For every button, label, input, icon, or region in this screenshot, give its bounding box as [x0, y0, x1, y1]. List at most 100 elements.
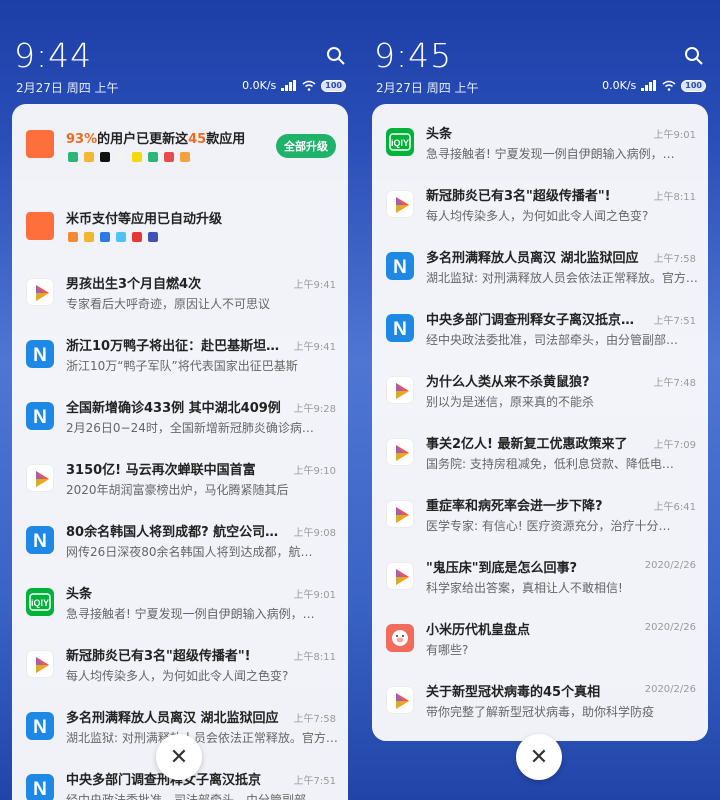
notification-time: 上午7:09	[653, 440, 696, 451]
notification-time: 上午6:41	[653, 502, 696, 513]
n-news-icon: N	[26, 526, 54, 554]
notification-item[interactable]: N 中央多部门调查刑释女子离汉抵京… 上午7:51 经中央政法委批准，司法部牵头，由分…	[372, 300, 708, 360]
notification-title: 头条	[426, 127, 453, 142]
notification-title: 多名刑满释放人员离汉 湖北监狱回应	[426, 251, 639, 266]
notification-time: 上午9:08	[293, 528, 336, 539]
notification-time: 上午8:11	[293, 652, 336, 663]
notification-title: 小米历代机皇盘点	[426, 623, 531, 638]
signal-icon	[281, 80, 297, 91]
notification-item[interactable]: iQIY 头条 上午9:01 急寻接触者! 宁夏发现一例自伊朗输入病例，…	[12, 574, 348, 634]
notification-text: 浙江10万“鸭子军队”将代表国家出征巴基斯	[66, 359, 298, 373]
notification-text: 2020年胡润富豪榜出炉，马化腾紧随其后	[66, 483, 289, 497]
notification-time: 上午9:01	[293, 590, 336, 601]
notification-item[interactable]: N 全国新增确诊433例 其中湖北409例 上午9:28 2月26日0−24时，全国新…	[12, 388, 348, 448]
notification-text: 科学家给出答案，真相让人不敢相信!	[426, 581, 623, 595]
auto-update-notification[interactable]: 米币支付等应用已自动升级	[12, 196, 348, 264]
notification-text: 湖北监狱: 对刑满释放人员会依法正常释放。官方…	[426, 271, 698, 285]
wifi-icon	[662, 80, 676, 91]
notification-time: 2020/2/26	[644, 622, 696, 633]
notification-text: 经中央政法委批准，司法部牵头，由分管副部…	[426, 333, 679, 347]
notification-item[interactable]: N 80余名韩国人将到成都? 航空公司… 上午9:08 网传26日深夜80余名韩国人将…	[12, 512, 348, 572]
date-label: 2月27日 周四 上午	[376, 81, 479, 95]
notification-time: 上午7:48	[653, 378, 696, 389]
notification-time: 上午9:10	[293, 466, 336, 477]
notification-item[interactable]: 为什么人类从来不杀黄鼠狼? 上午7:48 别以为是迷信，原来真的不能杀	[372, 362, 708, 422]
svg-text:N: N	[33, 717, 47, 738]
notification-title: 男孩出生3个月自燃4次	[66, 277, 202, 292]
auto-update-title: 米币支付等应用已自动升级	[66, 212, 223, 227]
notification-time: 上午7:51	[293, 776, 336, 787]
clear-notifications-button[interactable]: ✕	[516, 734, 562, 780]
notification-title: 新冠肺炎已有3名"超级传播者"!	[66, 649, 251, 664]
clock: 9:44	[14, 36, 93, 75]
svg-text:N: N	[33, 531, 47, 552]
notification-text: 湖北监狱: 对刑满释放人员会依法正常释放。官方…	[66, 731, 338, 745]
notification-text: 带你完整了解新型冠状病毒，助你科学防疫	[426, 705, 655, 719]
notification-item[interactable]: "鬼压床"到底是怎么回事? 2020/2/26 科学家给出答案，真相让人不敢相信!	[372, 548, 708, 608]
notification-text: 2月26日0−24时，全国新增新冠肺炎确诊病…	[66, 421, 314, 435]
svg-text:N: N	[393, 257, 407, 278]
notification-text: 急寻接触者! 宁夏发现一例自伊朗输入病例，…	[66, 607, 315, 621]
update-notification[interactable]: 93%的用户已更新这45款应用 全部升级	[12, 104, 348, 196]
n-news-icon: N	[386, 252, 414, 280]
right-notification-panel: 9:45 2月27日 周四 上午 0.0K/s 100 iQIY 头条 上午9:01…	[360, 0, 720, 800]
notification-title: 关于新型冠状病毒的45个真相	[426, 685, 601, 700]
notification-item[interactable]: 小米历代机皇盘点 2020/2/26 有哪些?	[372, 610, 708, 670]
notification-title: 全国新增确诊433例 其中湖北409例	[66, 401, 281, 416]
notification-title: 重症率和病死率会进一步下降?	[426, 499, 603, 514]
notification-text: 每人均传染多人，为何如此令人闻之色变?	[426, 209, 649, 223]
notification-item[interactable]: 新冠肺炎已有3名"超级传播者"! 上午8:11 每人均传染多人，为何如此令人闻之色变…	[372, 176, 708, 236]
notification-item[interactable]: 关于新型冠状病毒的45个真相 2020/2/26 带你完整了解新型冠状病毒，助你科学…	[372, 672, 708, 732]
notification-text: 每人均传染多人，为何如此令人闻之色变?	[66, 669, 289, 683]
notification-time: 2020/2/26	[644, 684, 696, 695]
play-store-icon	[26, 278, 54, 306]
n-news-icon: N	[26, 774, 54, 800]
update-title: 93%的用户已更新这45款应用	[66, 132, 246, 147]
play-store-icon	[386, 562, 414, 590]
n-news-icon: N	[26, 340, 54, 368]
notification-time: 上午8:11	[653, 192, 696, 203]
notification-time: 2020/2/26	[644, 560, 696, 571]
notification-time: 上午9:01	[653, 130, 696, 141]
notification-item[interactable]: N 浙江10万鸭子将出征：赴巴基斯坦… 上午9:41 浙江10万“鸭子军队”将代表国家…	[12, 326, 348, 386]
app-store-icon	[26, 130, 54, 158]
notification-title: 新冠肺炎已有3名"超级传播者"!	[426, 189, 611, 204]
notification-title: 头条	[66, 587, 93, 602]
notification-text: 有哪些?	[426, 643, 469, 657]
notification-title: 多名刑满释放人员离汉 湖北监狱回应	[66, 711, 279, 726]
notification-item[interactable]: 3150亿! 马云再次蝉联中国首富 上午9:10 2020年胡润富豪榜出炉，马化腾紧…	[12, 450, 348, 510]
notification-item[interactable]: 重症率和病死率会进一步下降? 上午6:41 医学专家: 有信心! 医疗资源充分，治疗…	[372, 486, 708, 546]
notification-card: 93%的用户已更新这45款应用 全部升级 米币支付等应用已自动升级 男孩出生3个…	[12, 104, 348, 800]
notification-text: 经中央政法委批准，司法部牵头，由分管副部	[66, 793, 307, 800]
notification-item[interactable]: iQIY 头条 上午9:01 急寻接触者! 宁夏发现一例自伊朗输入病例，…	[372, 114, 708, 174]
network-speed: 0.0K/s	[242, 79, 277, 92]
wifi-icon	[302, 80, 316, 91]
play-store-icon	[386, 500, 414, 528]
notification-item[interactable]: 新冠肺炎已有3名"超级传播者"! 上午8:11 每人均传染多人，为何如此令人闻之色变…	[12, 636, 348, 696]
notification-time: 上午7:51	[653, 316, 696, 327]
notification-text: 国务院: 支持房租减免，低利息贷款、降低电…	[426, 457, 674, 471]
notification-text: 急寻接触者! 宁夏发现一例自伊朗输入病例，…	[426, 147, 675, 161]
play-store-icon	[26, 650, 54, 678]
auto-updated-app-icons	[68, 232, 158, 242]
svg-text:N: N	[33, 345, 47, 366]
clear-notifications-button[interactable]: ✕	[156, 734, 202, 780]
play-store-icon	[386, 686, 414, 714]
notification-item[interactable]: N 多名刑满释放人员离汉 湖北监狱回应 上午7:58 湖北监狱: 对刑满释放人员会依法…	[372, 238, 708, 298]
signal-icon	[641, 80, 657, 91]
notification-time: 上午9:41	[293, 342, 336, 353]
search-icon[interactable]	[326, 46, 346, 66]
notification-item[interactable]: 事关2亿人! 最新复工优惠政策来了 上午7:09 国务院: 支持房租减免，低利息贷款…	[372, 424, 708, 484]
search-icon[interactable]	[684, 46, 704, 66]
upgrade-all-button[interactable]: 全部升级	[276, 134, 336, 158]
notification-title: 浙江10万鸭子将出征：赴巴基斯坦…	[66, 339, 280, 354]
updated-app-icons	[68, 152, 190, 162]
n-news-icon: N	[26, 402, 54, 430]
play-store-icon	[26, 464, 54, 492]
notification-item[interactable]: 男孩出生3个月自燃4次 上午9:41 专家看后大呼奇迹，原因让人不可思议	[12, 264, 348, 324]
notification-title: 3150亿! 马云再次蝉联中国首富	[66, 463, 256, 478]
notification-time: 上午7:58	[293, 714, 336, 725]
notification-title: "鬼压床"到底是怎么回事?	[426, 561, 578, 576]
notification-text: 别以为是迷信，原来真的不能杀	[426, 395, 595, 409]
status-bar: 0.0K/s 100	[242, 79, 346, 92]
